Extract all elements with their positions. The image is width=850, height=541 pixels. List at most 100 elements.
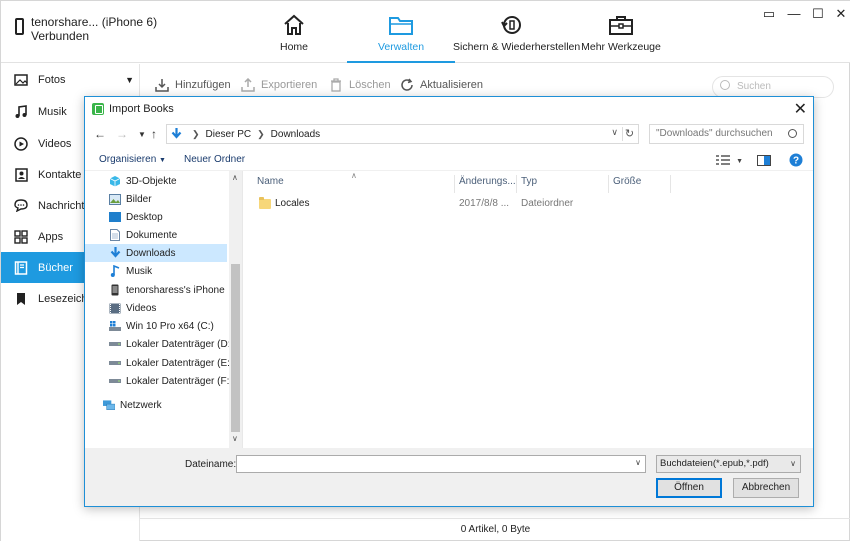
recent-dropdown-icon[interactable]: ▼ (138, 130, 146, 139)
nav-item-label: Win 10 Pro x64 (C:) (126, 320, 214, 332)
sidebar-item-label: Bücher (38, 261, 73, 274)
nav-item-drive-d[interactable]: Lokaler Datenträger (D:) (109, 335, 234, 353)
nav-item-documents[interactable]: Dokumente (109, 226, 227, 244)
column-header-name[interactable]: Name (243, 175, 455, 193)
chevron-down-icon[interactable]: ∨ (635, 458, 641, 467)
help-icon[interactable]: ? (789, 153, 803, 170)
back-arrow-icon[interactable]: ← (94, 127, 106, 141)
nav-item-pictures[interactable]: Bilder (109, 190, 227, 208)
tab-home-label: Home (279, 41, 308, 53)
import-icon (155, 78, 169, 92)
refresh-icon (400, 78, 414, 92)
forward-arrow-icon[interactable]: → (116, 127, 128, 141)
view-controls: ▼ ? (716, 153, 803, 170)
column-header-type[interactable]: Typ (517, 175, 609, 193)
apps-icon (13, 229, 29, 245)
new-folder-button[interactable]: Neuer Ordner (184, 154, 245, 165)
breadcrumb-downloads[interactable]: Downloads (271, 129, 320, 140)
nav-item-label: Lokaler Datenträger (D:) (126, 338, 234, 350)
sidebar-item-label: Apps (38, 230, 64, 243)
filetype-select[interactable]: Buchdateien(*.epub,*.pdf) ∨ (656, 455, 801, 473)
nav-item-drive-c[interactable]: Win 10 Pro x64 (C:) (109, 317, 227, 335)
sidebar-item-label: Kontakte (38, 168, 82, 181)
table-row[interactable]: Locales 2017/8/8 ... Dateiordner (259, 197, 799, 215)
add-button[interactable]: Hinzufügen (155, 78, 231, 92)
filetype-value: Buchdateien(*.epub,*.pdf) (660, 458, 769, 469)
address-bar[interactable]: ❯ Dieser PC ❯ Downloads ∨ ↻ (166, 124, 639, 144)
phone-icon (15, 18, 24, 35)
export-icon (241, 78, 255, 92)
nav-item-3d-objects[interactable]: 3D-Objekte (109, 172, 227, 190)
navigation-pane: 3D-Objekte Bilder Desktop Dokumente Down… (85, 171, 243, 448)
open-button[interactable]: Öffnen (656, 478, 722, 498)
tab-backup-restore-label: Sichern & Wiederherstellen (453, 41, 581, 53)
tab-manage[interactable]: Verwalten (347, 1, 455, 63)
tab-more-tools[interactable]: Mehr Werkzeuge (579, 1, 663, 63)
top-bar: tenorshare... (iPhone 6) Verbunden Home … (1, 1, 850, 63)
downloads-icon (109, 247, 121, 259)
up-arrow-icon[interactable]: ↑ (151, 127, 157, 141)
sidebar-item-label: Videos (38, 137, 72, 150)
maximize-button[interactable]: ☐ (811, 7, 825, 21)
navigation-scrollbar[interactable]: ∧ ∨ (229, 171, 242, 448)
breadcrumb-this-pc[interactable]: Dieser PC (206, 129, 252, 140)
nav-item-drive-e[interactable]: Lokaler Datenträger (E:) (109, 354, 233, 372)
messages-icon (13, 198, 29, 214)
chevron-down-icon[interactable]: ∨ (232, 434, 238, 443)
export-button[interactable]: Exportieren (241, 78, 317, 92)
search-input[interactable]: Suchen (712, 76, 834, 98)
tab-backup-restore[interactable]: Sichern & Wiederherstellen (453, 1, 581, 63)
device-info: tenorshare... (iPhone 6) Verbunden (15, 15, 157, 43)
nav-item-videos[interactable]: Videos (109, 299, 227, 317)
drive-icon (109, 338, 121, 350)
nav-item-network[interactable]: Netzwerk (103, 396, 227, 414)
dialog-close-button[interactable]: ✕ (794, 99, 807, 119)
cancel-button[interactable]: Abbrechen (733, 478, 799, 498)
dialog-search-input[interactable]: "Downloads" durchsuchen (649, 124, 804, 144)
chevron-down-icon[interactable]: ▼ (736, 158, 743, 165)
dialog-search-placeholder: "Downloads" durchsuchen (656, 128, 773, 139)
nav-item-label: 3D-Objekte (126, 175, 177, 187)
scrollbar-thumb[interactable] (231, 264, 240, 432)
documents-icon (109, 229, 121, 241)
tab-home[interactable]: Home (255, 1, 333, 63)
sidebar-item-label: Fotos (38, 73, 66, 86)
column-header-size[interactable]: Größe (609, 175, 671, 193)
column-header-modified[interactable]: Änderungs... (455, 175, 517, 193)
chevron-down-icon[interactable]: ∨ (611, 127, 618, 138)
nav-item-music[interactable]: Musik (109, 262, 227, 280)
sidebar-item-label: Musik (38, 105, 67, 118)
refresh-button[interactable]: Aktualisieren (400, 78, 483, 92)
tab-more-tools-label: Mehr Werkzeuge (581, 41, 661, 53)
refresh-icon[interactable]: ↻ (622, 127, 636, 141)
minimize-button[interactable]: — (787, 7, 801, 21)
system-drive-icon (109, 320, 121, 332)
nav-item-label: Lokaler Datenträger (F:) (126, 375, 233, 387)
nav-item-drive-f[interactable]: Lokaler Datenträger (F:) (109, 372, 233, 390)
organize-button[interactable]: Organisieren ▼ (99, 154, 166, 165)
videos-icon (109, 302, 121, 314)
download-arrow-icon (171, 128, 182, 139)
nav-item-label: Dokumente (126, 229, 178, 241)
file-list: ∧ Name Änderungs... Typ Größe Locales 20… (243, 171, 813, 448)
restore-button[interactable]: ▭ (762, 7, 776, 21)
status-bar: 0 Artikel, 0 Byte (140, 518, 850, 541)
dialog-titlebar: Import Books ✕ (85, 97, 813, 121)
nav-item-downloads[interactable]: Downloads (85, 244, 227, 262)
3d-objects-icon (109, 175, 121, 187)
chevron-up-icon[interactable]: ∧ (232, 173, 238, 182)
folder-icon (347, 13, 455, 37)
chevron-down-icon[interactable]: ▼ (125, 75, 134, 85)
nav-item-desktop[interactable]: Desktop (109, 208, 227, 226)
close-button[interactable]: ✕ (834, 7, 848, 21)
device-name: tenorshare... (iPhone 6) (31, 15, 158, 29)
dialog-title: Import Books (109, 103, 174, 115)
view-options-icon[interactable] (716, 155, 731, 168)
filename-input[interactable]: ∨ (236, 455, 646, 473)
preview-pane-icon[interactable] (757, 154, 771, 169)
nav-item-iphone[interactable]: tenorsharess's iPhone (109, 281, 227, 299)
delete-button[interactable]: Löschen (329, 78, 391, 92)
nav-item-label: Lokaler Datenträger (E:) (126, 357, 234, 369)
contacts-icon (13, 167, 29, 183)
sidebar-item-photos[interactable]: Fotos ▼ (1, 64, 140, 95)
